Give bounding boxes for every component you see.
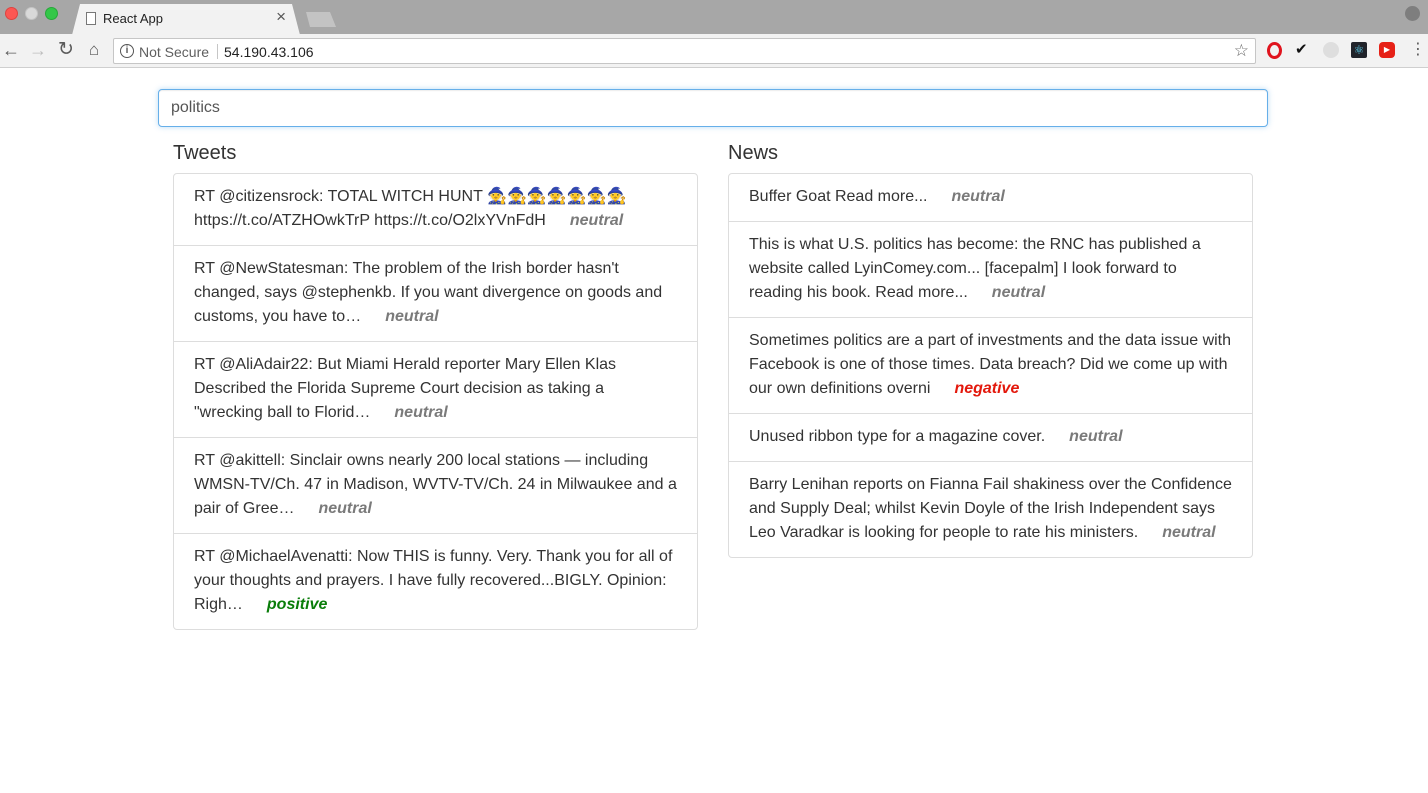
react-devtools-icon[interactable]: ⚛: [1351, 42, 1367, 58]
news-item[interactable]: Buffer Goat Read more... neutral: [729, 174, 1252, 221]
sentiment-label: negative: [954, 380, 1020, 397]
title-bar: React App ×: [0, 0, 1428, 34]
close-window-button[interactable]: [5, 7, 18, 20]
news-text: This is what U.S. politics has become: t…: [749, 236, 1201, 301]
info-icon[interactable]: i: [120, 44, 134, 58]
news-item[interactable]: This is what U.S. politics has become: t…: [729, 221, 1252, 317]
extension-icon[interactable]: ✔: [1295, 42, 1311, 58]
sentiment-label: neutral: [318, 500, 372, 517]
extension-icon[interactable]: [1323, 42, 1339, 58]
news-heading: News: [728, 142, 779, 164]
home-icon[interactable]: ⌂: [84, 40, 104, 60]
news-item[interactable]: Barry Lenihan reports on Fianna Fail sha…: [729, 461, 1252, 557]
sentiment-label: neutral: [1069, 428, 1123, 445]
news-text: Unused ribbon type for a magazine cover.: [749, 428, 1046, 445]
profile-icon[interactable]: [1405, 6, 1420, 21]
sentiment-label: neutral: [394, 404, 448, 421]
bookmark-star-icon[interactable]: ☆: [1234, 41, 1249, 61]
tweet-item[interactable]: RT @akittell: Sinclair owns nearly 200 l…: [174, 437, 697, 533]
sentiment-label: neutral: [951, 188, 1005, 205]
browser-toolbar: ← → ↻ ⌂ i Not Secure 54.190.43.106 ☆ ✔ ⚛…: [0, 34, 1428, 68]
tweet-text: RT @citizensrock: TOTAL WITCH HUNT 🧙🧙🧙🧙🧙…: [194, 188, 627, 229]
tweet-item[interactable]: RT @NewStatesman: The problem of the Iri…: [174, 245, 697, 341]
news-column: News Buffer Goat Read more... neutral Thi…: [728, 140, 1253, 558]
news-list: Buffer Goat Read more... neutral This is …: [728, 173, 1253, 558]
tweets-heading: Tweets: [173, 142, 237, 164]
news-item[interactable]: Sometimes politics are a part of investm…: [729, 317, 1252, 413]
url-text[interactable]: 54.190.43.106: [224, 44, 314, 60]
sentiment-label: neutral: [569, 212, 624, 229]
tweet-item[interactable]: RT @citizensrock: TOTAL WITCH HUNT 🧙🧙🧙🧙🧙…: [174, 174, 697, 245]
more-menu-icon[interactable]: ⋮: [1410, 40, 1426, 60]
news-text: Barry Lenihan reports on Fianna Fail sha…: [749, 476, 1232, 541]
back-arrow-icon[interactable]: ←: [1, 40, 21, 60]
new-tab-button[interactable]: [306, 12, 336, 27]
youtube-extension-icon[interactable]: ▶: [1379, 42, 1395, 58]
tweets-column: Tweets RT @citizensrock: TOTAL WITCH HUN…: [173, 140, 698, 630]
tab-close-icon[interactable]: ×: [276, 8, 286, 25]
sentiment-label: neutral: [991, 284, 1046, 301]
tweet-text: RT @akittell: Sinclair owns nearly 200 l…: [194, 452, 677, 517]
tweet-text: RT @MichaelAvenatti: Now THIS is funny. …: [194, 548, 673, 613]
opera-extension-icon[interactable]: [1267, 42, 1282, 59]
tweet-item[interactable]: RT @MichaelAvenatti: Now THIS is funny. …: [174, 533, 697, 629]
sentiment-label: positive: [266, 596, 328, 613]
sentiment-label: neutral: [1162, 524, 1216, 541]
tab-title: React App: [103, 11, 163, 26]
address-bar[interactable]: i Not Secure 54.190.43.106 ☆: [113, 38, 1256, 64]
tweet-item[interactable]: RT @AliAdair22: But Miami Herald reporte…: [174, 341, 697, 437]
news-item[interactable]: Unused ribbon type for a magazine cover.…: [729, 413, 1252, 461]
minimize-window-button[interactable]: [25, 7, 38, 20]
security-label: Not Secure: [139, 44, 210, 60]
news-text: Buffer Goat Read more...: [749, 188, 928, 205]
maximize-window-button[interactable]: [45, 7, 58, 20]
page-icon: [86, 12, 96, 25]
browser-tab[interactable]: React App ×: [72, 4, 300, 35]
tweets-list: RT @citizensrock: TOTAL WITCH HUNT 🧙🧙🧙🧙🧙…: [173, 173, 698, 630]
reload-icon[interactable]: ↻: [56, 40, 76, 60]
search-input[interactable]: [158, 89, 1268, 127]
forward-arrow-icon[interactable]: →: [28, 40, 48, 60]
address-divider: [217, 44, 218, 59]
sentiment-label: neutral: [385, 308, 439, 325]
